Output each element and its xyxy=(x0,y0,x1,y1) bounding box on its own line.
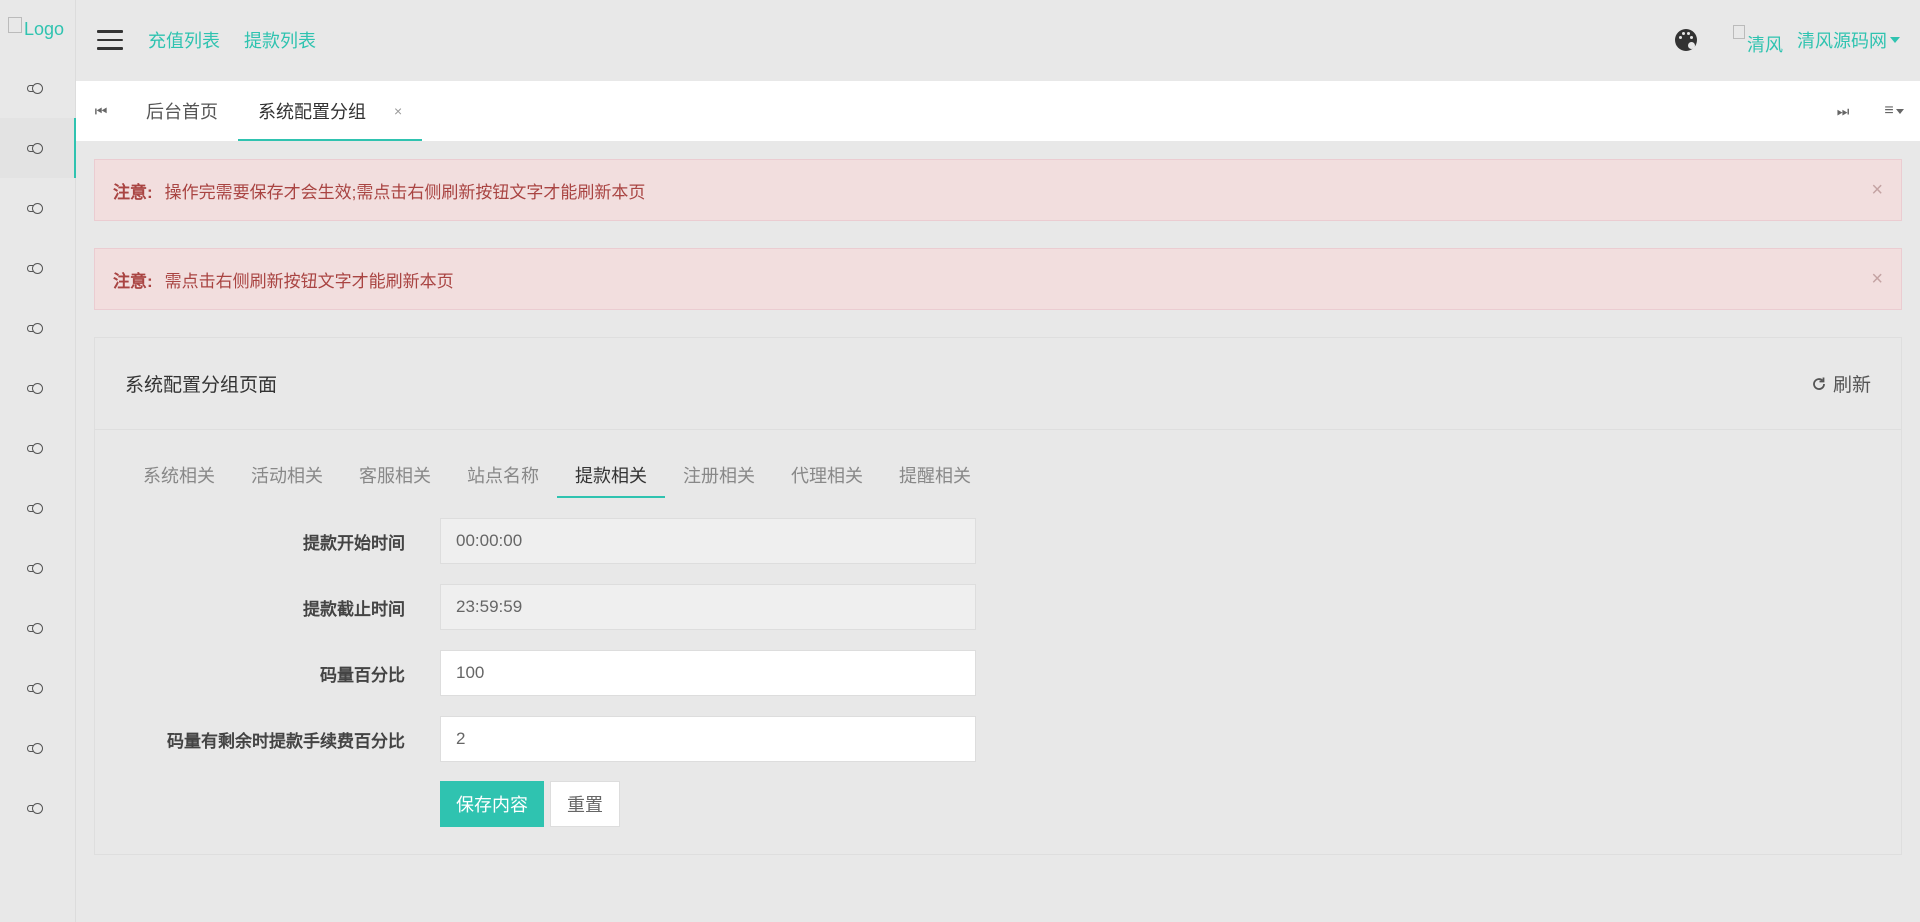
menu-icon[interactable] xyxy=(97,30,123,50)
tab-config[interactable]: 系统相关 xyxy=(125,452,233,498)
list-icon: ≡ xyxy=(1884,102,1894,119)
field-label: 提款截止时间 xyxy=(303,599,405,619)
tab-config[interactable]: 提醒相关 xyxy=(881,452,989,498)
main-content: 注意: 操作完需要保存才会生效;需点击右侧刷新按钮文字才能刷新本页 × 注意: … xyxy=(94,159,1902,855)
circle-icon xyxy=(27,262,43,274)
field-label: 提款开始时间 xyxy=(303,533,405,553)
panel-title: 系统配置分组页面 xyxy=(125,375,278,396)
field-input[interactable] xyxy=(440,650,976,696)
tab-config[interactable]: 站点名称 xyxy=(449,452,557,498)
sidebar-item[interactable] xyxy=(0,118,76,178)
circle-icon xyxy=(27,802,43,814)
alert-title: 注意: xyxy=(113,271,153,291)
caret-down-icon xyxy=(1895,108,1904,114)
close-icon[interactable]: × xyxy=(394,103,402,119)
field-input[interactable] xyxy=(440,518,976,564)
sidebar-item[interactable] xyxy=(0,658,75,718)
tabs-next-icon[interactable]: ⏭ xyxy=(1818,81,1868,141)
sidebar-item[interactable] xyxy=(0,538,75,598)
avatar[interactable]: 清风 xyxy=(1733,25,1783,57)
page-tabbar: ⏮ 后台首页 系统配置分组 × ⏭ ≡ xyxy=(76,81,1920,141)
close-icon[interactable]: × xyxy=(1871,179,1883,202)
refresh-button[interactable]: 刷新 xyxy=(1811,370,1871,397)
config-panel: 系统配置分组页面 刷新 系统相关 活动相关 客服相关 站点名称 提款相关 注册相关 代理相关… xyxy=(94,337,1902,855)
circle-icon xyxy=(27,502,43,514)
tabs-menu-button[interactable]: ≡ xyxy=(1868,81,1920,141)
sidebar-item[interactable] xyxy=(0,58,75,118)
avatar-alt-text: 清风 xyxy=(1747,35,1783,55)
sidebar: Logo xyxy=(0,0,76,922)
circle-icon xyxy=(27,202,43,214)
alert-message: 需点击右侧刷新按钮文字才能刷新本页 xyxy=(164,271,454,291)
circle-icon xyxy=(27,82,43,94)
circle-icon xyxy=(27,562,43,574)
field-input[interactable] xyxy=(440,584,976,630)
form-row: 码量有剩余时提款手续费百分比 xyxy=(95,715,1901,763)
form-row: 提款截止时间 xyxy=(95,583,1901,631)
sidebar-item[interactable] xyxy=(0,478,75,538)
circle-icon xyxy=(27,742,43,754)
circle-icon xyxy=(27,442,43,454)
alert-message: 操作完需要保存才会生效;需点击右侧刷新按钮文字才能刷新本页 xyxy=(164,182,646,202)
tab-dashboard[interactable]: 后台首页 xyxy=(126,81,238,141)
broken-image-icon xyxy=(8,17,22,33)
reset-button[interactable]: 重置 xyxy=(550,781,620,827)
form-row: 提款开始时间 xyxy=(95,517,1901,565)
tab-label: 系统配置分组 xyxy=(258,102,366,122)
config-tabs: 系统相关 活动相关 客服相关 站点名称 提款相关 注册相关 代理相关 提醒相关 xyxy=(95,452,1901,498)
caret-down-icon xyxy=(1890,37,1900,43)
tab-label: 后台首页 xyxy=(146,102,218,122)
top-header: 充值列表 提款列表 清风 清风源码网 xyxy=(76,0,1920,80)
palette-icon[interactable] xyxy=(1675,29,1697,51)
circle-icon xyxy=(27,322,43,334)
sidebar-item[interactable] xyxy=(0,358,75,418)
tabs-prev-icon[interactable]: ⏮ xyxy=(76,81,126,141)
nav-link-withdraw-list[interactable]: 提款列表 xyxy=(244,27,316,53)
field-label: 码量有剩余时提款手续费百分比 xyxy=(167,731,405,751)
field-input[interactable] xyxy=(440,716,976,762)
sidebar-item[interactable] xyxy=(0,718,75,778)
tab-config[interactable]: 客服相关 xyxy=(341,452,449,498)
sidebar-item[interactable] xyxy=(0,298,75,358)
user-name: 清风源码网 xyxy=(1797,31,1887,51)
sidebar-item[interactable] xyxy=(0,178,75,238)
circle-icon xyxy=(27,682,43,694)
tab-config[interactable]: 注册相关 xyxy=(665,452,773,498)
field-label: 码量百分比 xyxy=(320,665,405,685)
nav-link-recharge-list[interactable]: 充值列表 xyxy=(148,27,220,53)
circle-icon xyxy=(27,382,43,394)
circle-icon xyxy=(27,142,43,154)
broken-image-icon xyxy=(1733,25,1745,39)
form-row: 码量百分比 xyxy=(95,649,1901,697)
alert-notice: 注意: 操作完需要保存才会生效;需点击右侧刷新按钮文字才能刷新本页 × xyxy=(94,159,1902,221)
tab-system-config-group[interactable]: 系统配置分组 × xyxy=(238,81,423,141)
alert-notice: 注意: 需点击右侧刷新按钮文字才能刷新本页 × xyxy=(94,248,1902,310)
sidebar-item[interactable] xyxy=(0,778,75,838)
logo-alt-text: Logo xyxy=(24,18,65,39)
sidebar-item[interactable] xyxy=(0,598,75,658)
save-button[interactable]: 保存内容 xyxy=(440,781,544,827)
circle-icon xyxy=(27,622,43,634)
sidebar-item[interactable] xyxy=(0,418,75,478)
tab-config[interactable]: 活动相关 xyxy=(233,452,341,498)
refresh-label: 刷新 xyxy=(1832,375,1871,396)
config-form: 提款开始时间提款截止时间码量百分比码量有剩余时提款手续费百分比 xyxy=(95,517,1901,763)
tab-config[interactable]: 代理相关 xyxy=(773,452,881,498)
refresh-icon xyxy=(1813,377,1825,390)
tab-config[interactable]: 提款相关 xyxy=(557,452,665,498)
sidebar-item[interactable] xyxy=(0,238,75,298)
close-icon[interactable]: × xyxy=(1871,268,1883,291)
logo[interactable]: Logo xyxy=(0,0,75,58)
alert-title: 注意: xyxy=(113,182,153,202)
user-menu[interactable]: 清风源码网 xyxy=(1797,27,1900,53)
